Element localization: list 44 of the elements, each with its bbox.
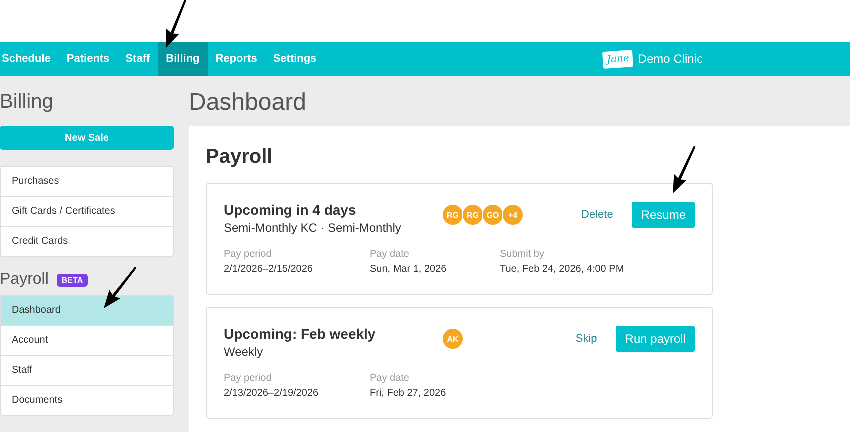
field-label: Pay date <box>370 373 410 384</box>
nav-tab[interactable]: Schedule <box>0 42 59 76</box>
payroll-title: Upcoming in 4 days <box>224 202 358 218</box>
menu-item[interactable]: Documents <box>1 385 173 415</box>
field-value: 2/13/2026–2/19/2026 <box>224 388 320 399</box>
field-value: Tue, Feb 24, 2026, 4:00 PM <box>500 264 624 275</box>
page-title: Dashboard <box>189 88 308 118</box>
field-label: Pay period <box>224 249 273 260</box>
field-value: Fri, Feb 27, 2026 <box>370 388 448 399</box>
new-sale-button[interactable]: New Sale <box>0 126 174 150</box>
avatar: RG <box>442 204 464 226</box>
action-link[interactable]: Delete <box>582 209 614 221</box>
avatar: +4 <box>502 204 524 226</box>
payroll-title: Upcoming: Feb weekly <box>224 326 377 342</box>
beta-badge: BETA <box>56 274 88 286</box>
field-label: Pay date <box>370 249 410 260</box>
menu-item[interactable]: Purchases <box>1 167 173 196</box>
avatar: AK <box>442 328 464 350</box>
menu-item[interactable]: Dashboard <box>1 296 173 325</box>
menu-item[interactable]: Account <box>1 325 173 355</box>
field-label: Pay period <box>224 373 273 384</box>
nav-tab[interactable]: Patients <box>58 42 118 76</box>
menu-item[interactable]: Staff <box>1 355 173 385</box>
clinic-name: Demo Clinic <box>638 52 704 66</box>
avatar: RG <box>462 204 484 226</box>
action-button[interactable]: Resume <box>632 202 695 228</box>
nav-tab[interactable]: Reports <box>208 42 266 76</box>
field-value: Sun, Mar 1, 2026 <box>370 264 448 275</box>
menu-item[interactable]: Gift Cards / Certificates <box>1 196 173 226</box>
action-button[interactable]: Run payroll <box>616 326 695 352</box>
payroll-subtitle: Semi-Monthly KC · Semi-Monthly <box>224 221 402 235</box>
field-label: Submit by <box>500 249 546 260</box>
nav-tab[interactable]: Settings <box>265 42 325 76</box>
section-title: Payroll <box>206 146 274 169</box>
nav-tab[interactable]: Billing <box>158 42 208 76</box>
action-link[interactable]: Skip <box>576 333 598 345</box>
menu-item[interactable]: Credit Cards <box>1 226 173 256</box>
section-heading: Payroll <box>0 271 49 289</box>
avatar: GO <box>482 204 504 226</box>
payroll-subtitle: Weekly <box>224 345 264 359</box>
sidebar-title: Billing <box>0 90 54 114</box>
logo: Jane <box>602 49 634 69</box>
nav-tab[interactable]: Staff <box>118 42 158 76</box>
field-value: 2/1/2026–2/15/2026 <box>224 264 314 275</box>
